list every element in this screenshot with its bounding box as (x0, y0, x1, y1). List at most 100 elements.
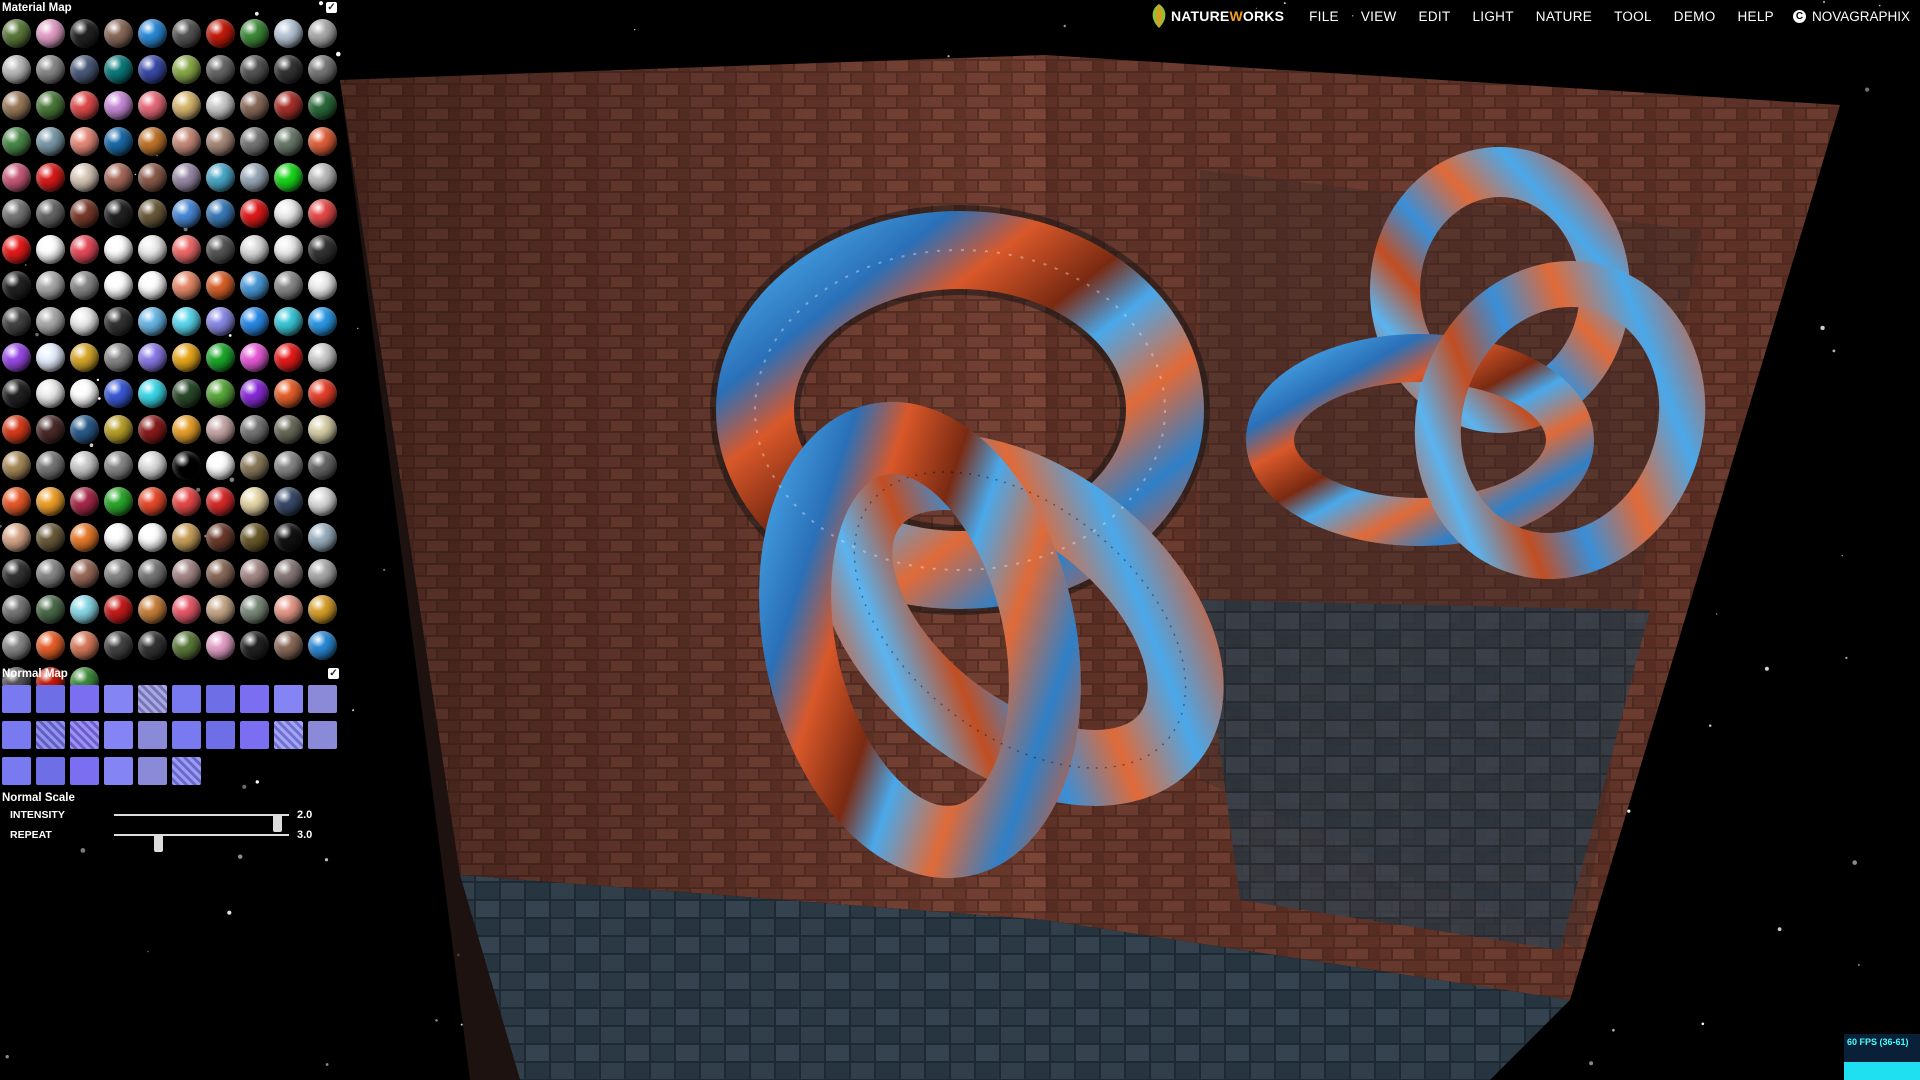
material-swatch[interactable] (2, 19, 31, 48)
material-swatch[interactable] (2, 307, 31, 336)
material-swatch[interactable] (172, 523, 201, 552)
normal-map-swatch[interactable] (2, 685, 31, 713)
material-swatch[interactable] (104, 595, 133, 624)
material-swatch[interactable] (104, 415, 133, 444)
material-swatch[interactable] (206, 595, 235, 624)
material-swatch[interactable] (308, 55, 337, 84)
material-swatch[interactable] (274, 487, 303, 516)
material-swatch[interactable] (2, 379, 31, 408)
material-swatch[interactable] (206, 163, 235, 192)
material-swatch[interactable] (138, 235, 167, 264)
material-swatch[interactable] (206, 235, 235, 264)
material-swatch[interactable] (274, 55, 303, 84)
material-swatch[interactable] (240, 199, 269, 228)
material-swatch[interactable] (172, 595, 201, 624)
material-swatch[interactable] (138, 487, 167, 516)
material-swatch[interactable] (36, 379, 65, 408)
material-swatch[interactable] (274, 631, 303, 660)
material-swatch[interactable] (172, 343, 201, 372)
material-swatch[interactable] (308, 379, 337, 408)
material-swatch[interactable] (36, 235, 65, 264)
normal-map-swatch[interactable] (2, 721, 31, 749)
material-swatch[interactable] (138, 523, 167, 552)
material-swatch[interactable] (104, 487, 133, 516)
material-swatch[interactable] (172, 91, 201, 120)
material-swatch[interactable] (2, 631, 31, 660)
material-swatch[interactable] (138, 127, 167, 156)
material-swatch[interactable] (138, 307, 167, 336)
normal-map-swatch[interactable] (138, 685, 167, 713)
material-swatch[interactable] (70, 379, 99, 408)
material-swatch[interactable] (36, 343, 65, 372)
material-swatch[interactable] (104, 631, 133, 660)
material-swatch[interactable] (138, 343, 167, 372)
material-swatch[interactable] (2, 127, 31, 156)
material-swatch[interactable] (70, 199, 99, 228)
natureworks-logo[interactable]: N ATURE W ORKS (1149, 3, 1284, 29)
normal-map-swatch[interactable] (36, 721, 65, 749)
menu-demo[interactable]: DEMO (1663, 9, 1727, 24)
material-swatch[interactable] (240, 523, 269, 552)
material-swatch[interactable] (308, 127, 337, 156)
material-swatch[interactable] (36, 163, 65, 192)
material-swatch[interactable] (172, 451, 201, 480)
material-swatch[interactable] (104, 559, 133, 588)
material-swatch[interactable] (2, 595, 31, 624)
material-swatch[interactable] (240, 343, 269, 372)
material-swatch[interactable] (308, 343, 337, 372)
normal-map-swatch[interactable] (70, 721, 99, 749)
material-swatch[interactable] (36, 451, 65, 480)
material-swatch[interactable] (206, 307, 235, 336)
material-swatch[interactable] (70, 91, 99, 120)
normal-map-swatch[interactable] (240, 685, 269, 713)
normal-map-swatch[interactable] (206, 721, 235, 749)
menu-view[interactable]: VIEW (1350, 9, 1408, 24)
material-swatch[interactable] (206, 559, 235, 588)
material-swatch[interactable] (274, 271, 303, 300)
material-swatch[interactable] (274, 163, 303, 192)
material-swatch[interactable] (104, 271, 133, 300)
normal-map-swatch[interactable] (104, 685, 133, 713)
material-swatch[interactable] (308, 631, 337, 660)
material-swatch[interactable] (274, 19, 303, 48)
material-swatch[interactable] (2, 559, 31, 588)
normal-map-swatch[interactable] (104, 757, 133, 785)
material-swatch[interactable] (104, 451, 133, 480)
menu-nature[interactable]: NATURE (1525, 9, 1603, 24)
material-swatch[interactable] (2, 451, 31, 480)
material-swatch[interactable] (70, 271, 99, 300)
material-swatch[interactable] (206, 271, 235, 300)
material-swatch[interactable] (274, 199, 303, 228)
material-swatch[interactable] (36, 271, 65, 300)
menu-light[interactable]: LIGHT (1462, 9, 1525, 24)
material-swatch[interactable] (206, 127, 235, 156)
material-swatch[interactable] (240, 271, 269, 300)
material-swatch[interactable] (104, 19, 133, 48)
material-swatch[interactable] (70, 127, 99, 156)
material-swatch[interactable] (104, 379, 133, 408)
normal-map-swatch[interactable] (172, 757, 201, 785)
repeat-track[interactable] (114, 834, 289, 852)
material-swatch[interactable] (172, 19, 201, 48)
material-swatch[interactable] (104, 55, 133, 84)
material-swatch[interactable] (36, 595, 65, 624)
material-swatch[interactable] (206, 343, 235, 372)
material-swatch[interactable] (274, 451, 303, 480)
material-swatch[interactable] (2, 55, 31, 84)
material-swatch[interactable] (70, 235, 99, 264)
normal-map-swatch[interactable] (172, 685, 201, 713)
material-swatch[interactable] (240, 451, 269, 480)
material-swatch[interactable] (308, 451, 337, 480)
material-swatch[interactable] (240, 559, 269, 588)
material-swatch[interactable] (2, 199, 31, 228)
material-swatch[interactable] (36, 307, 65, 336)
material-swatch[interactable] (240, 91, 269, 120)
material-swatch[interactable] (104, 523, 133, 552)
material-swatch[interactable] (2, 91, 31, 120)
material-swatch[interactable] (70, 523, 99, 552)
normal-map-swatch[interactable] (274, 721, 303, 749)
normal-map-swatch[interactable] (2, 757, 31, 785)
normal-map-swatch[interactable] (36, 685, 65, 713)
material-swatch[interactable] (36, 127, 65, 156)
material-map-checkbox[interactable]: ✓ (326, 2, 337, 13)
